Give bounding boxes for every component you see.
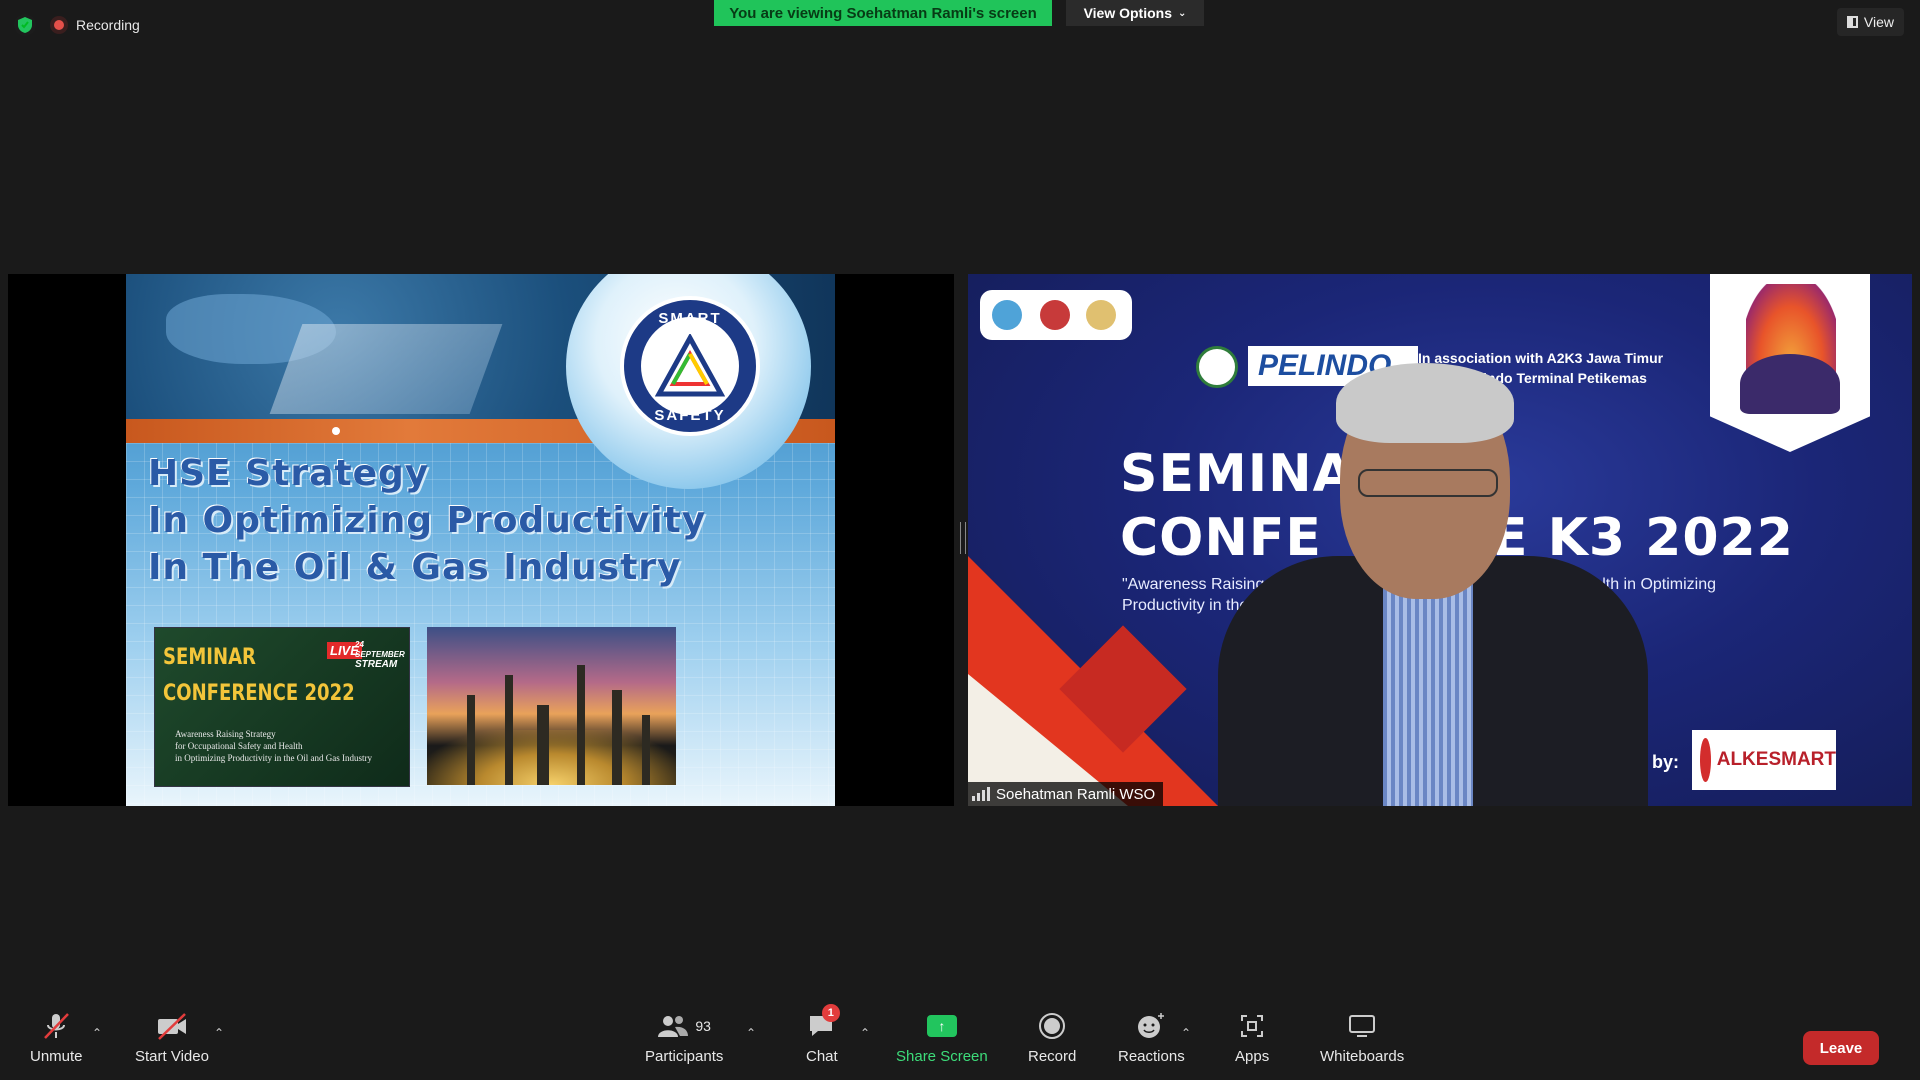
apps-icon: [1239, 1010, 1265, 1042]
poster-subtitle-line: for Occupational Safety and Health: [175, 741, 303, 751]
start-video-button[interactable]: Start Video: [135, 1010, 209, 1065]
view-options-button[interactable]: View Options ⌄: [1066, 0, 1204, 26]
participant-name-tag: Soehatman Ramli WSO: [968, 782, 1164, 806]
start-video-label: Start Video: [135, 1048, 209, 1065]
poster-subtitle-line: Awareness Raising Strategy: [175, 729, 276, 739]
chat-options-chevron-icon[interactable]: ⌃: [860, 1026, 870, 1040]
chat-icon: 1: [808, 1004, 840, 1042]
partner-logos: [980, 290, 1132, 340]
participants-icon: [658, 1016, 689, 1037]
share-screen-label: Share Screen: [896, 1048, 988, 1065]
record-label: Record: [1028, 1048, 1077, 1065]
meeting-toolbar: Unmute ⌃ Start Video ⌃ 93 Participants ⌃…: [0, 1000, 1920, 1080]
share-screen-icon: ↑: [926, 1010, 957, 1042]
reactions-button[interactable]: Reactions: [1118, 1010, 1185, 1065]
record-button[interactable]: Record: [1028, 1010, 1076, 1065]
apps-button[interactable]: Apps: [1235, 1010, 1269, 1065]
chat-label: Chat: [806, 1048, 838, 1065]
speaker-video-panel[interactable]: PELINDO In association with A2K3 Jawa Ti…: [968, 274, 1912, 806]
slide-title-line: HSE Strategy: [148, 453, 430, 494]
meeting-status: Recording: [14, 14, 140, 36]
leave-button[interactable]: Leave: [1803, 1031, 1879, 1065]
share-screen-button[interactable]: ↑ Share Screen: [896, 1010, 988, 1065]
background-by-text: by:: [1652, 752, 1679, 772]
unmute-button[interactable]: Unmute: [30, 1010, 83, 1065]
recording-label: Recording: [76, 17, 140, 33]
poster-subtitle-line: in Optimizing Productivity in the Oil an…: [175, 753, 372, 763]
whiteboards-button[interactable]: Whiteboards: [1320, 1010, 1404, 1065]
camera-off-icon: [155, 1010, 189, 1042]
panel-resize-handle[interactable]: [960, 522, 966, 554]
sponsor-name: ALKESMART: [1716, 749, 1836, 770]
presentation-slide: SMART SAFETY HSE Strategy In Optimizing …: [126, 274, 835, 806]
speaker-person: [1218, 363, 1648, 806]
record-icon: [1038, 1010, 1066, 1042]
poster-date: 24 SEPTEMBER: [355, 640, 405, 659]
logo-text-bottom: SAFETY: [654, 407, 726, 424]
seminar-poster-thumbnail: SEMINAR CONFERENCE 2022 LIVE 24 SEPTEMBE…: [154, 627, 410, 787]
view-options-label: View Options: [1083, 5, 1173, 21]
poster-title-1: SEMINAR: [163, 645, 256, 670]
chat-button[interactable]: 1 Chat: [806, 1004, 840, 1065]
reactions-label: Reactions: [1118, 1048, 1185, 1065]
smart-safety-logo: SMART SAFETY: [620, 296, 760, 436]
speaker-name: Soehatman Ramli WSO: [996, 785, 1156, 803]
poster-title-2: CONFERENCE 2022: [163, 681, 355, 706]
apps-label: Apps: [1235, 1048, 1270, 1065]
recording-icon: [50, 16, 68, 34]
recording-indicator[interactable]: Recording: [50, 16, 140, 34]
view-label: View: [1863, 14, 1894, 30]
refinery-photo: [427, 627, 676, 785]
encryption-shield-icon[interactable]: [14, 14, 36, 36]
participants-count: 93: [695, 1018, 711, 1034]
emoji-add-icon: [1136, 1010, 1166, 1042]
k3-shield-logo: [1710, 274, 1870, 452]
shared-screen-panel[interactable]: SMART SAFETY HSE Strategy In Optimizing …: [8, 274, 954, 806]
reactions-options-chevron-icon[interactable]: ⌃: [1181, 1026, 1191, 1040]
whiteboard-icon: [1347, 1010, 1377, 1042]
sponsor-mark-icon: [1700, 738, 1711, 782]
slide-title-line: In The Oil & Gas Industry: [148, 547, 682, 588]
video-options-chevron-icon[interactable]: ⌃: [214, 1026, 224, 1040]
signal-strength-icon: [972, 787, 990, 801]
microphone-muted-icon: [41, 1010, 71, 1042]
poster-stream: STREAM: [355, 659, 398, 670]
viewing-screen-banner: You are viewing Soehatman Ramli's screen: [714, 0, 1052, 26]
view-layout-icon: [1846, 16, 1858, 28]
chevron-down-icon: ⌄: [1178, 7, 1187, 19]
chat-unread-badge: 1: [821, 1004, 840, 1022]
view-button[interactable]: View: [1836, 8, 1904, 36]
audio-options-chevron-icon[interactable]: ⌃: [92, 1026, 102, 1040]
participants-icon-group: 93: [657, 1010, 711, 1042]
slide-title: HSE Strategy In Optimizing Productivity …: [148, 450, 706, 591]
slide-title-line: In Optimizing Productivity: [148, 500, 707, 541]
participants-button[interactable]: 93 Participants: [645, 1010, 723, 1065]
participants-options-chevron-icon[interactable]: ⌃: [746, 1026, 756, 1040]
sponsor-logo: ALKESMART: [1692, 730, 1836, 790]
whiteboards-label: Whiteboards: [1320, 1048, 1405, 1065]
unmute-label: Unmute: [30, 1048, 83, 1065]
logo-text-top: SMART: [658, 310, 722, 327]
participants-label: Participants: [645, 1048, 724, 1065]
